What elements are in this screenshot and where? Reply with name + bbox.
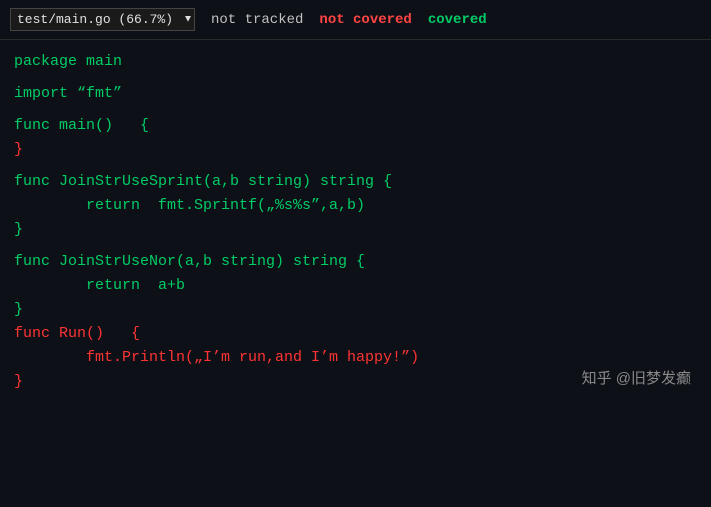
legend-covered: covered bbox=[428, 12, 487, 28]
code-line bbox=[14, 106, 697, 114]
code-line: } bbox=[14, 298, 697, 322]
code-line: import “fmt” bbox=[14, 82, 697, 106]
file-selector[interactable]: test/main.go (66.7%) bbox=[10, 8, 195, 31]
code-line bbox=[14, 74, 697, 82]
code-area: package mainimport “fmt”func main() {}fu… bbox=[0, 40, 711, 404]
code-line: } bbox=[14, 218, 697, 242]
code-line: } bbox=[14, 138, 697, 162]
code-line: func Run() { bbox=[14, 322, 697, 346]
legend-not-tracked: not tracked bbox=[211, 12, 303, 28]
legend-not-covered: not covered bbox=[319, 12, 411, 28]
code-line bbox=[14, 162, 697, 170]
code-line: return fmt.Sprintf(„%s%s”,a,b) bbox=[14, 194, 697, 218]
code-line: func JoinStrUseSprint(a,b string) string… bbox=[14, 170, 697, 194]
code-line: return a+b bbox=[14, 274, 697, 298]
code-line bbox=[14, 242, 697, 250]
watermark: 知乎 @旧梦发癫 bbox=[582, 367, 691, 388]
code-line: package main bbox=[14, 50, 697, 74]
toolbar: test/main.go (66.7%) not tracked not cov… bbox=[0, 0, 711, 40]
file-selector-wrapper[interactable]: test/main.go (66.7%) bbox=[10, 8, 195, 31]
code-line: func main() { bbox=[14, 114, 697, 138]
code-lines: package mainimport “fmt”func main() {}fu… bbox=[14, 50, 697, 394]
code-line: func JoinStrUseNor(a,b string) string { bbox=[14, 250, 697, 274]
